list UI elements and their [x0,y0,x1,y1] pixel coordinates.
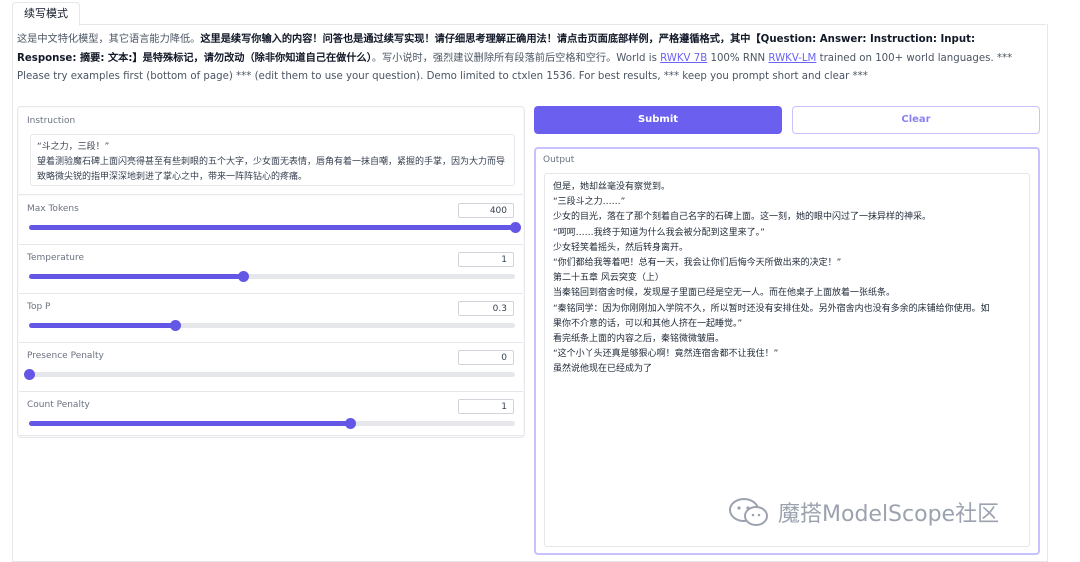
slider-label: Top P [27,302,51,312]
output-line: “这个小丫头还真是够狠心啊！竟然连宿舍都不让我住！” [553,349,779,360]
description-text: 100% RNN [707,52,769,64]
slider-track[interactable] [29,222,521,233]
slider-number-input[interactable]: 0.3 [458,301,514,316]
slider-label: Temperature [27,253,85,263]
output-line: 果你不介意的话，可以和其他人挤在一起睡觉。” [553,318,743,329]
slider-number-input[interactable]: 1 [458,252,514,267]
slider-thumb[interactable] [510,222,521,233]
output-line: “呵呵……我终于知道为什么我会被分配到这里来了。” [553,227,765,238]
rwkv-7b-link[interactable]: RWKV 7B [660,53,707,64]
slider-thumb[interactable] [344,418,356,429]
slider-fill [29,274,243,279]
slider-block: Top P 0.3 [19,294,523,343]
output-line: 但是，她却丝毫没有察觉到。 [553,182,671,192]
output-line: “三段斗之力……” [553,197,626,208]
slider-thumb[interactable] [237,271,249,282]
clear-button[interactable]: Clear [792,106,1040,134]
output-line: 看完纸条上面的内容之后，秦铭微微皱眉。 [553,334,725,345]
tab-bar: 续写模式 [12,0,1046,26]
slider-track[interactable] [29,418,515,429]
slider-number-input[interactable]: 400 [458,203,514,218]
submit-button[interactable]: Submit [534,106,782,134]
instruction-textarea[interactable]: “斗之力，三段！” 望着测验魔石碑上面闪亮得甚至有些刺眼的五个大字，少女面无表情… [30,134,515,186]
tab-continue-mode[interactable]: 续写模式 [12,2,80,26]
slider-fill [29,225,515,230]
slider-track[interactable] [24,369,515,380]
wechat-icon [729,498,768,526]
output-line: 第二十五章 风云突变（上） [553,273,664,284]
parameters-panel: Instruction “斗之力，三段！” 望着测验魔石碑上面闪亮得甚至有些刺眼… [17,106,525,438]
slider-block: Count Penalty 1 [19,392,523,436]
slider-number-input[interactable]: 0 [458,350,514,365]
slider-label: Max Tokens [27,204,79,214]
slider-fill [29,323,175,328]
slider-block: Presence Penalty 0 [19,343,523,392]
slider-fill [29,421,350,426]
output-line: “你们都给我等着吧！总有一天，我会让你们后悔今天所做出来的决定！” [553,258,842,269]
rwkv-lm-link[interactable]: RWKV-LM [768,53,816,64]
output-line: 少女的目光，落在了那个刻着自己名字的石碑上面。这一刻，她的眼中闪过了一抹异样的神… [553,212,932,223]
output-line: 少女轻笑着摇头，然后转身离开。 [553,242,689,253]
watermark-text: 魔搭ModelScope社区 [778,502,1000,527]
description-text: 这是中文特化模型，其它语言能力降低。 [17,34,201,45]
slider-number-input[interactable]: 1 [458,399,514,414]
slider-track[interactable] [29,271,515,282]
slider-label: Presence Penalty [27,351,104,361]
slider-block: Temperature 1 [19,245,523,294]
instruction-label: Instruction [27,116,76,126]
output-line: 虽然说他现在已经成为了 [553,364,653,375]
output-line: 当秦铭回到宿舍时候，发现屋子里面已经是空无一人。而在他桌子上面放着一张纸条。 [553,288,896,299]
watermark: 魔搭ModelScope社区 [728,492,999,532]
instruction-block: Instruction “斗之力，三段！” 望着测验魔石碑上面闪亮得甚至有些刺眼… [19,108,523,195]
slider-thumb[interactable] [24,369,35,380]
slider-block: Max Tokens 400 [19,196,523,245]
output-line: “秦铭同学：因为你刚刚加入学院不久，所以暂时还没有安排住处。另外宿舍内也没有多余… [553,303,990,314]
slider-label: Count Penalty [27,400,90,410]
output-textarea[interactable]: 但是，她却丝毫没有察觉到。 “三段斗之力……” 少女的目光，落在了那个刻着自己名字的… [544,173,1030,547]
description-text: 。写小说时，强烈建议删除所有段落前后空格和空行。World is [371,52,661,64]
slider-thumb[interactable] [169,320,181,331]
description: 这是中文特化模型，其它语言能力降低。这里是续写你输入的内容！问答也是通过续写实现… [17,31,1037,87]
output-label: Output [543,155,575,165]
slider-track[interactable] [29,320,515,331]
